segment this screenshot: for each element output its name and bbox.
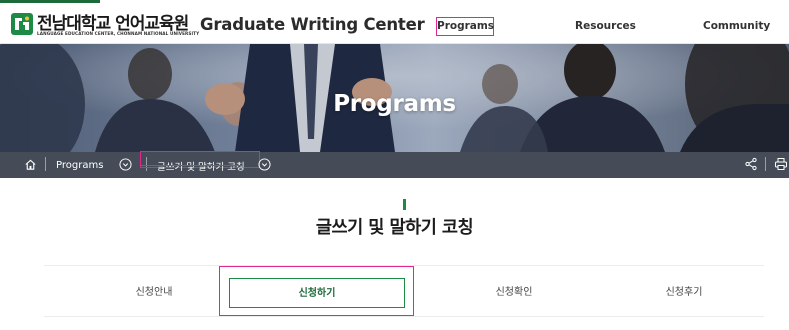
header-accent-bar xyxy=(0,0,100,3)
site-title[interactable]: Graduate Writing Center xyxy=(200,15,425,34)
site-header: 전남대학교 언어교육원 LANGUAGE EDUCATION CENTER, C… xyxy=(0,0,789,44)
nav-item-programs[interactable]: Programs xyxy=(436,17,494,36)
print-icon[interactable] xyxy=(774,157,788,171)
chevron-down-icon[interactable] xyxy=(119,158,132,171)
page: 전남대학교 언어교육원 LANGUAGE EDUCATION CENTER, C… xyxy=(0,0,789,330)
logo-english-text: LANGUAGE EDUCATION CENTER, CHONNAM NATIO… xyxy=(37,31,200,36)
share-icon[interactable] xyxy=(744,157,758,171)
chevron-down-icon[interactable] xyxy=(258,158,271,171)
nav-item-resources[interactable]: Resources xyxy=(575,20,636,32)
tab-apply-highlight xyxy=(219,266,414,316)
tab-application-guide[interactable]: 신청안내 xyxy=(74,278,234,308)
breadcrumb: Programs 글쓰기 및 말하기 코칭 xyxy=(0,151,789,178)
site-logo[interactable]: 전남대학교 언어교육원 LANGUAGE EDUCATION CENTER, C… xyxy=(10,6,200,40)
breadcrumb-highlight-line xyxy=(140,165,242,166)
breadcrumb-separator xyxy=(765,157,766,171)
heading-accent-bar xyxy=(403,199,406,210)
breadcrumb-item-programs[interactable]: Programs xyxy=(56,160,103,171)
hero-title: Programs xyxy=(333,91,456,117)
breadcrumb-separator xyxy=(45,157,46,171)
home-icon[interactable] xyxy=(24,158,37,171)
nav-item-community[interactable]: Community xyxy=(703,20,770,32)
hero-banner: Programs xyxy=(0,44,789,152)
tab-reviews[interactable]: 신청후기 xyxy=(604,278,764,308)
breadcrumb-item-current[interactable]: 글쓰기 및 말하기 코칭 xyxy=(157,159,245,173)
page-title: 글쓰기 및 말하기 코칭 xyxy=(315,218,474,238)
tab-application-check[interactable]: 신청확인 xyxy=(434,278,594,308)
logo-emblem-icon xyxy=(11,13,33,35)
